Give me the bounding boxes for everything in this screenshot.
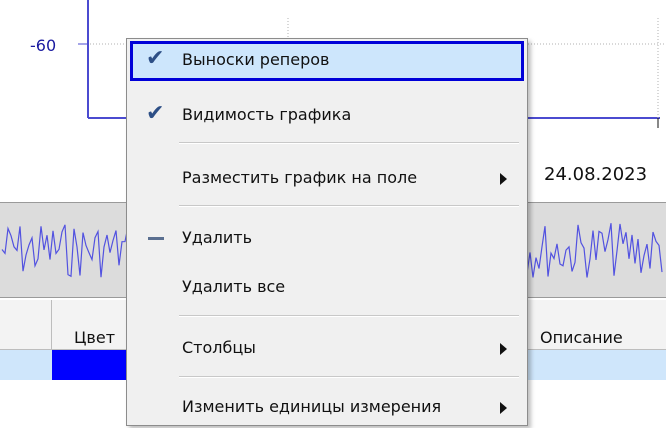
menu-item-label: Выноски реперов — [182, 50, 330, 69]
menu-item-delete[interactable]: Удалить — [130, 219, 524, 259]
menu-item-delete-all[interactable]: Удалить все — [130, 268, 524, 308]
check-icon: ✔ — [146, 101, 165, 126]
check-icon: ✔ — [146, 46, 165, 71]
menu-separator — [179, 315, 519, 317]
table-header-row-selector[interactable] — [0, 300, 52, 350]
menu-item-columns[interactable]: Столбцы — [130, 329, 524, 369]
menu-separator — [179, 142, 519, 144]
table-header-color-label: Цвет — [74, 328, 116, 347]
menu-separator — [179, 205, 519, 207]
menu-item-label: Удалить все — [182, 277, 286, 296]
menu-separator — [179, 376, 519, 378]
menu-item-place-chart[interactable]: Разместить график на поле — [130, 159, 524, 199]
menu-item-label: Видимость графика — [182, 105, 352, 124]
submenu-arrow-icon — [500, 343, 507, 355]
x-date-label: 24.08.2023 — [544, 164, 648, 185]
dash-icon — [148, 237, 164, 240]
menu-item-change-units[interactable]: Изменить единицы измерения — [130, 388, 524, 428]
menu-item-chart-visibility[interactable]: ✔ Видимость графика — [130, 96, 524, 136]
context-menu: ✔ Выноски реперов ✔ Видимость графика Ра… — [126, 38, 528, 426]
y-tick-label: -60 — [30, 36, 57, 55]
menu-item-marker-callouts[interactable]: ✔ Выноски реперов — [130, 41, 524, 81]
menu-item-label: Изменить единицы измерения — [182, 397, 442, 416]
submenu-arrow-icon — [500, 173, 507, 185]
table-header-description[interactable]: Описание — [528, 300, 666, 350]
table-header-description-label: Описание — [540, 328, 623, 347]
menu-item-label: Разместить график на поле — [182, 168, 418, 187]
submenu-arrow-icon — [500, 402, 507, 414]
menu-item-label: Удалить — [182, 228, 252, 247]
menu-item-label: Столбцы — [182, 338, 256, 357]
